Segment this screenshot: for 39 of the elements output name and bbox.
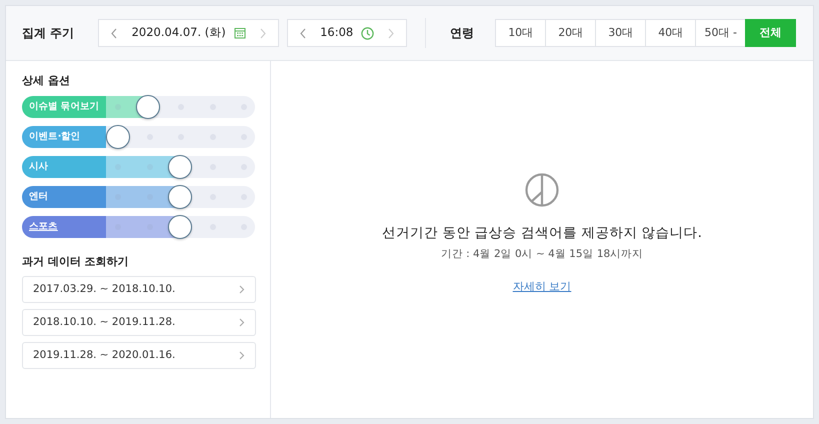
calendar-icon[interactable] xyxy=(234,27,246,39)
section-title: 과거 데이터 조회하기 xyxy=(22,254,130,270)
date-picker[interactable]: 2020.04.07. (화) xyxy=(98,19,280,47)
time-value: 16:08 xyxy=(320,24,354,42)
slider-label: 이슈별 묶어보기 xyxy=(22,96,106,118)
age-tab[interactable]: 10대 xyxy=(495,19,546,47)
notice-message: 선거기간 동안 급상승 검색어를 제공하지 않습니다. xyxy=(382,224,702,243)
chevron-left-icon[interactable] xyxy=(300,28,306,38)
slider-thumb[interactable] xyxy=(136,94,160,118)
peace-icon xyxy=(525,173,559,207)
chevron-right-icon[interactable] xyxy=(388,28,394,38)
slider-label: 시사 xyxy=(22,156,106,178)
slider-thumb[interactable] xyxy=(168,184,192,208)
date-range-button[interactable]: 2019.11.28. ~ 2020.01.16. xyxy=(22,342,256,369)
date-value: 2020.04.07. (화) xyxy=(132,24,226,42)
chevron-right-icon xyxy=(239,285,245,294)
chevron-left-icon[interactable] xyxy=(111,28,118,38)
date-range-button[interactable]: 2018.10.10. ~ 2019.11.28. xyxy=(22,309,256,336)
age-tab[interactable]: 30대 xyxy=(595,19,646,47)
slider-thumb[interactable] xyxy=(168,214,192,238)
clock-icon[interactable] xyxy=(361,26,374,40)
slider-label: 엔터 xyxy=(22,186,106,208)
chevron-right-icon xyxy=(239,351,245,360)
date-range-button[interactable]: 2017.03.29. ~ 2018.10.10. xyxy=(22,276,256,303)
time-picker[interactable]: 16:08 xyxy=(287,19,408,47)
notice-period: 기간 : 4월 2일 0시 ~ 4월 15일 18시까지 xyxy=(440,247,644,262)
slider-thumb[interactable] xyxy=(106,124,130,148)
details-link[interactable]: 자세히 보기 xyxy=(512,279,572,296)
section-title: 상세 옵션 xyxy=(22,73,71,89)
slider-label: 이벤트·할인 xyxy=(22,126,106,148)
chevron-right-icon[interactable] xyxy=(260,28,266,38)
age-tab[interactable]: 50대 - xyxy=(695,19,746,47)
slider-thumb[interactable] xyxy=(168,154,192,178)
age-label: 연령 xyxy=(450,25,474,42)
age-tab[interactable]: 40대 xyxy=(645,19,696,47)
period-label: 집계 주기 xyxy=(22,25,74,42)
slider-label: 스포츠 xyxy=(22,216,106,238)
chevron-right-icon xyxy=(239,318,245,327)
age-tab[interactable]: 20대 xyxy=(545,19,596,47)
